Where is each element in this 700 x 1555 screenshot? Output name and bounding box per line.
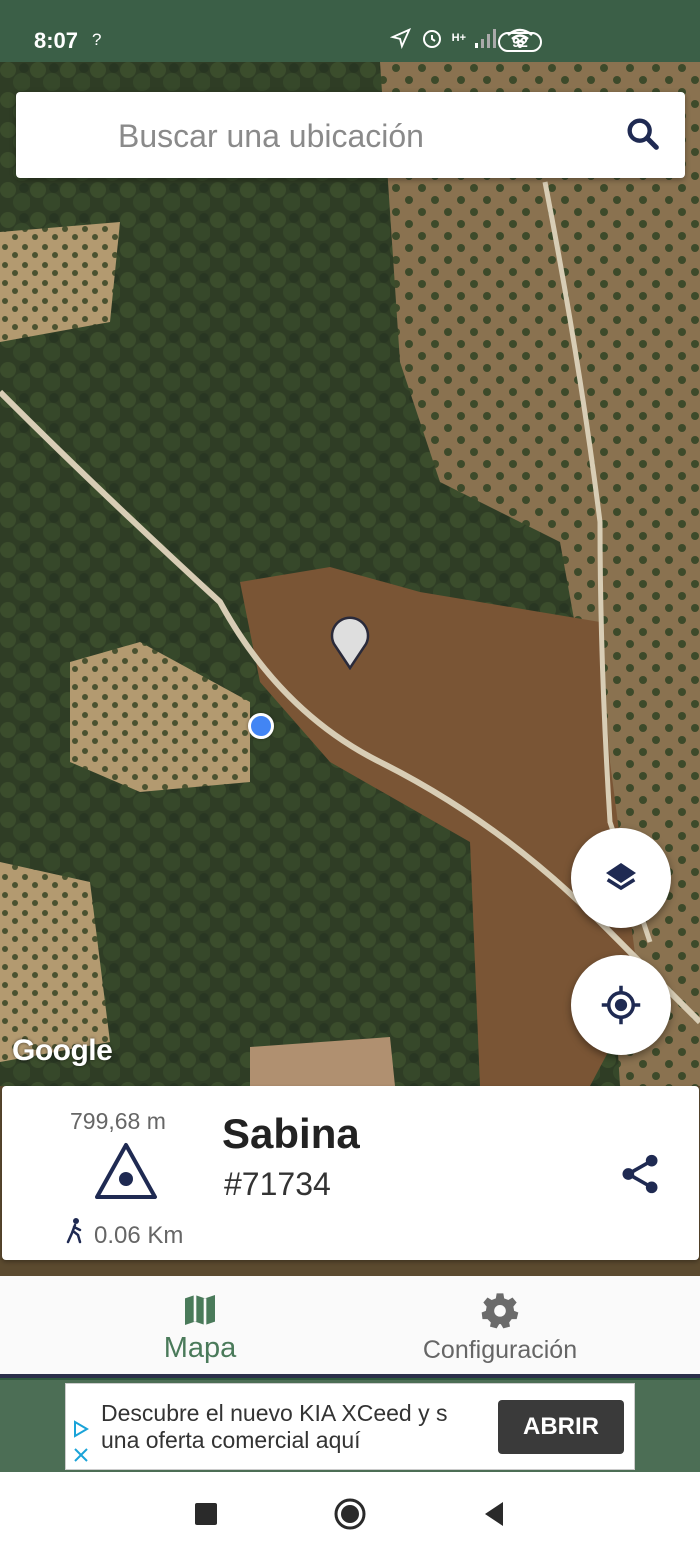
tab-map-label: Mapa <box>163 1332 237 1364</box>
walking-icon <box>66 1218 82 1244</box>
ad-open-button[interactable]: ABRIR <box>498 1400 624 1454</box>
layers-button[interactable] <box>571 828 671 928</box>
my-location-button[interactable] <box>571 955 671 1055</box>
battery-indicator: 92 <box>498 32 542 52</box>
status-time: 8:07 <box>34 28 79 53</box>
recent-apps-icon[interactable] <box>188 1496 224 1532</box>
share-icon[interactable] <box>620 1152 660 1196</box>
signal-icon <box>475 29 496 48</box>
map-view[interactable]: Buscar una ubicación Google <box>0 62 700 1086</box>
distance-label: 0.06 Km <box>94 1222 184 1249</box>
layers-icon <box>606 863 636 891</box>
status-bar: 8:07 ? H+ 92 <box>0 0 700 62</box>
bottom-navigation: Mapa Configuración <box>0 1276 700 1378</box>
map-icon <box>185 1295 215 1325</box>
tab-settings-label: Configuración <box>422 1336 578 1364</box>
ad-banner[interactable]: Descubre el nuevo KIA XCeed y s una ofer… <box>65 1383 635 1470</box>
system-navigation-bar <box>0 1472 700 1555</box>
elevation-label: 799,68 m <box>70 1108 166 1134</box>
help-icon: ? <box>92 30 102 49</box>
back-icon[interactable] <box>476 1496 512 1532</box>
location-arrow-icon <box>389 27 411 49</box>
search-box[interactable]: Buscar una ubicación <box>16 92 685 178</box>
place-name: Sabina <box>222 1110 360 1157</box>
tab-map[interactable]: Mapa <box>25 1276 375 1376</box>
home-icon[interactable] <box>332 1496 368 1532</box>
place-id: #71734 <box>224 1166 331 1202</box>
ad-choices-icon[interactable] <box>72 1420 90 1438</box>
network-type: H+ <box>451 32 466 44</box>
alarm-icon <box>422 30 441 48</box>
close-icon[interactable] <box>72 1446 90 1464</box>
tab-settings[interactable]: Configuración <box>325 1276 675 1376</box>
google-attribution: Google <box>12 1034 113 1067</box>
gps-icon <box>601 985 641 1025</box>
map-pin-icon[interactable] <box>328 612 372 670</box>
ad-text: Descubre el nuevo KIA XCeed y s una ofer… <box>101 1400 448 1453</box>
search-icon[interactable] <box>623 114 663 154</box>
triangulation-icon <box>95 1143 157 1199</box>
satellite-map-imagery <box>0 62 700 1086</box>
search-input[interactable]: Buscar una ubicación <box>118 118 424 155</box>
gear-icon <box>481 1293 519 1329</box>
info-card[interactable]: 799,68 m 0.06 Km Sabina #71734 <box>2 1086 699 1260</box>
user-location-dot <box>248 713 274 739</box>
